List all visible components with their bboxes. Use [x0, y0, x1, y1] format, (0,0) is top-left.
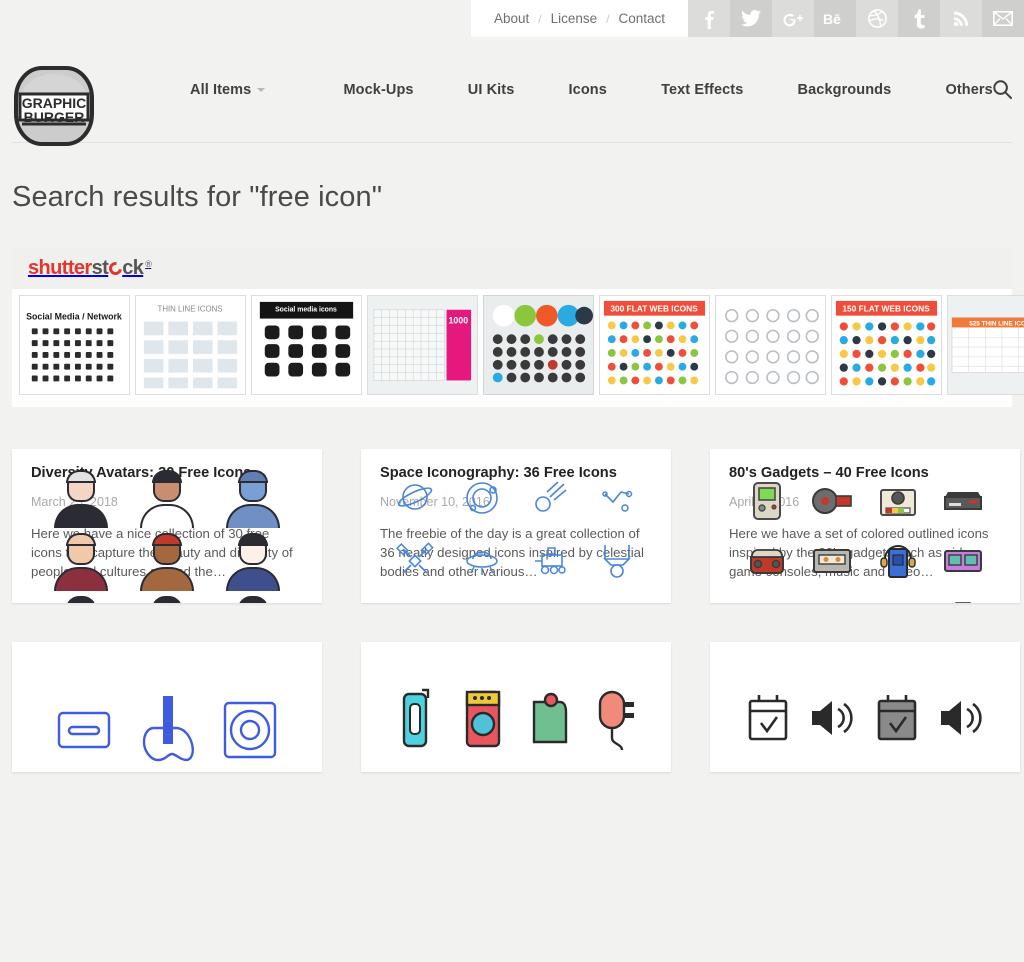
ad-thumbnail-3[interactable]: Social media icons [251, 295, 362, 395]
nav-item-ui-kits[interactable]: UI Kits [468, 82, 515, 98]
ad-thumbnail-4-caption: 1000 [449, 315, 469, 325]
ad-thumbnail-2[interactable]: THIN LINE ICONS [135, 295, 246, 395]
dribbble-icon[interactable] [856, 0, 898, 37]
ad-thumbnail-1-caption: Social Media / Network [26, 312, 122, 322]
chevron-down-icon [257, 87, 266, 92]
ad-thumbnail-9-caption: 525 THIN LINE ICONS [969, 320, 1024, 327]
nav-label-all-items: All Items [190, 81, 252, 98]
ad-thumbnail-6[interactable]: 300 FLAT WEB ICONS [599, 295, 710, 395]
top-link-contact[interactable]: Contact [618, 11, 665, 26]
twitter-icon[interactable] [730, 0, 772, 37]
result-card-diversity-avatars[interactable]: Diversity Avatars: 30 Free Icons March 2… [12, 449, 322, 603]
nav-item-icons[interactable]: Icons [569, 82, 607, 98]
header-divider [12, 142, 1012, 143]
tumblr-icon[interactable] [898, 0, 940, 37]
logo-text-line2: BURGER [24, 109, 85, 125]
site-header: GRAPHIC BURGER All Items Mock-Ups UI Kit… [0, 37, 1024, 146]
shutterstock-logo-part2: st [91, 256, 109, 279]
ad-thumbnail-9[interactable]: 525 THIN LINE ICONS [947, 295, 1024, 395]
top-link-license[interactable]: License [551, 11, 598, 26]
ad-thumbnail-3-caption: Social media icons [275, 307, 337, 314]
ad-thumbnail-8-caption: 150 FLAT WEB ICONS [842, 304, 930, 314]
facebook-icon[interactable] [688, 0, 730, 37]
social-links: Bē [688, 0, 1024, 37]
main-navigation: All Items Mock-Ups UI Kits Icons Text Ef… [190, 37, 1024, 142]
logo-graphic-burger[interactable]: GRAPHIC BURGER [12, 62, 96, 150]
nav-item-mock-ups[interactable]: Mock-Ups [344, 82, 414, 98]
result-card-music-gear[interactable] [12, 641, 322, 772]
nav-item-others[interactable]: Others [945, 82, 992, 98]
top-bar: About / License / Contact Bē [0, 0, 1024, 37]
ad-thumbnail-5[interactable] [483, 295, 594, 395]
top-link-about[interactable]: About [494, 11, 529, 26]
result-card-appliances[interactable] [361, 641, 671, 772]
rss-icon[interactable] [940, 0, 982, 37]
top-link-separator-2: / [606, 11, 610, 26]
email-icon[interactable] [982, 0, 1024, 37]
behance-icon[interactable]: Bē [814, 0, 856, 37]
page-title: Search results for "free icon" [12, 181, 383, 213]
shutterstock-ad: shutter st ck ® Social Media / Network T… [12, 247, 1024, 407]
shutterstock-thumbnail-strip: Social Media / Network THIN LINE ICONS S… [12, 289, 1024, 407]
search-results-grid: Diversity Avatars: 30 Free Icons March 2… [12, 449, 1020, 772]
ad-thumbnail-8[interactable]: 150 FLAT WEB ICONS [831, 295, 942, 395]
google-plus-icon[interactable] [772, 0, 814, 37]
search-icon[interactable] [993, 79, 1012, 101]
top-link-separator-1: / [538, 11, 542, 26]
shutterstock-logo-part3: ck [122, 256, 144, 279]
ad-thumbnail-7[interactable] [715, 295, 826, 395]
nav-item-text-effects[interactable]: Text Effects [661, 82, 743, 98]
nav-item-all-items[interactable]: All Items [190, 81, 266, 98]
top-bar-links: About / License / Contact [471, 0, 688, 37]
shutterstock-logo-part1: shutter [28, 256, 92, 279]
result-card-80s-gadgets[interactable]: 80's Gadgets – 40 Free Icons April 3, 20… [710, 449, 1020, 603]
shutterstock-logo[interactable]: shutter st ck ® [28, 256, 152, 280]
result-card-calendar-audio[interactable] [710, 641, 1020, 772]
result-card-space-iconography[interactable]: Space Iconography: 36 Free Icons Novembe… [361, 449, 671, 603]
nav-item-backgrounds[interactable]: Backgrounds [798, 82, 892, 98]
ad-thumbnail-1[interactable]: Social Media / Network [19, 295, 130, 395]
ad-thumbnail-6-caption: 300 FLAT WEB ICONS [610, 304, 698, 314]
shutterstock-ad-header: shutter st ck ® [12, 247, 1012, 289]
shutterstock-logo-trademark: ® [145, 258, 152, 269]
ad-thumbnail-2-caption: THIN LINE ICONS [158, 305, 223, 314]
svg-text:Bē: Bē [823, 11, 841, 27]
ad-thumbnail-4[interactable]: 1000 [367, 295, 478, 395]
